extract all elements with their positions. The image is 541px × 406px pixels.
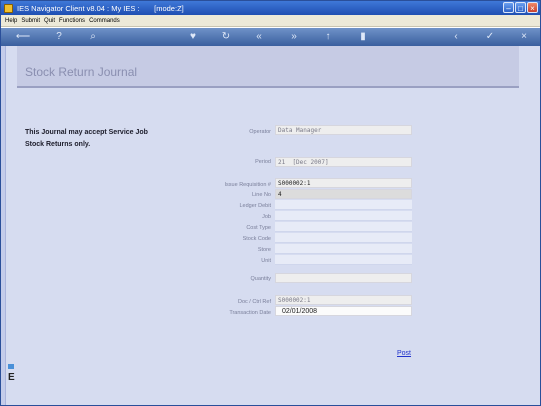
job-label: Job xyxy=(262,214,271,220)
issue-requisition-field[interactable]: S000002:1 xyxy=(275,178,412,188)
ledger-debit-label: Ledger Debit xyxy=(239,203,272,209)
operator-label: Operator xyxy=(249,129,271,135)
dock-e-icon[interactable]: E xyxy=(8,372,15,384)
menu-bar: Help Submit Quit Functions Commands xyxy=(1,15,540,27)
title-bar[interactable]: IES Navigator Client v8.04 : My IES : [m… xyxy=(1,1,540,15)
doc-ref-label: Doc / Ctrl Ref xyxy=(237,299,271,305)
menu-functions[interactable]: Functions xyxy=(59,18,85,24)
menu-submit[interactable]: Submit xyxy=(21,18,40,24)
app-icon xyxy=(4,3,13,13)
stock-code-field[interactable] xyxy=(275,233,412,243)
transaction-date-label: Transaction Date xyxy=(229,310,271,316)
left-sidebar xyxy=(1,46,6,405)
transaction-date-field[interactable]: 02/01/2008 xyxy=(275,306,412,316)
form-header: Stock Return Journal xyxy=(17,46,519,86)
cost-type-label: Cost Type xyxy=(246,225,271,231)
line-no-label: Line No xyxy=(252,192,271,198)
stop-icon[interactable]: ▮ xyxy=(357,31,369,43)
first-icon[interactable]: « xyxy=(253,31,265,43)
job-field[interactable] xyxy=(275,211,412,221)
unit-label: Unit xyxy=(261,258,271,264)
heart-icon[interactable]: ♥ xyxy=(187,31,199,43)
ok-icon[interactable]: ✓ xyxy=(484,31,496,43)
cost-type-field[interactable] xyxy=(275,222,412,232)
back-icon[interactable]: ⟵ xyxy=(13,31,33,43)
stock-code-label: Stock Code xyxy=(242,236,271,242)
toolbar: ⟵ ? ⌕ ♥ ↻ « » ↑ ▮ ‹ ✓ × xyxy=(1,28,540,46)
menu-help[interactable]: Help xyxy=(5,18,17,24)
last-icon[interactable]: » xyxy=(288,31,300,43)
doc-ref-field[interactable]: S000002:1 xyxy=(275,295,412,305)
window-title: IES Navigator Client v8.04 : My IES : [m… xyxy=(17,3,184,13)
prev-icon[interactable]: ‹ xyxy=(450,31,462,43)
store-field[interactable] xyxy=(275,244,412,254)
operator-field[interactable]: Data Manager xyxy=(275,125,412,135)
refresh-icon[interactable]: ↻ xyxy=(220,31,232,43)
info-icon[interactable]: ? xyxy=(53,31,65,43)
issue-requisition-label: Issue Requisition # xyxy=(224,182,271,188)
maximize-icon[interactable]: □ xyxy=(515,2,526,13)
ledger-debit-field[interactable] xyxy=(275,200,412,210)
page-title: Stock Return Journal xyxy=(25,65,138,79)
unit-field[interactable] xyxy=(275,255,412,265)
dock-marker-icon[interactable] xyxy=(8,364,14,369)
search-icon[interactable]: ⌕ xyxy=(87,31,99,43)
left-dock: E xyxy=(8,364,16,398)
period-field[interactable]: 21 [Dec 2007] xyxy=(275,157,412,167)
app-window: IES Navigator Client v8.04 : My IES : [m… xyxy=(0,0,541,406)
menu-commands[interactable]: Commands xyxy=(89,18,120,24)
period-label: Period xyxy=(255,159,271,165)
up-icon[interactable]: ↑ xyxy=(322,31,334,43)
line-no-field[interactable]: 4 xyxy=(275,189,412,199)
quantity-field[interactable] xyxy=(275,273,412,283)
journal-note: This Journal may accept Service Job Stoc… xyxy=(25,129,148,148)
main-content: Stock Return Journal This Journal may ac… xyxy=(1,46,540,405)
minimize-icon[interactable]: – xyxy=(503,2,514,13)
close-icon[interactable]: × xyxy=(518,31,530,43)
post-link[interactable]: Post xyxy=(397,350,411,357)
menu-quit[interactable]: Quit xyxy=(44,18,55,24)
quantity-label: Quantity xyxy=(250,276,271,282)
header-divider xyxy=(17,86,519,88)
window-controls: – □ × xyxy=(503,2,538,13)
close-window-icon[interactable]: × xyxy=(527,2,538,13)
store-label: Store xyxy=(257,247,271,253)
